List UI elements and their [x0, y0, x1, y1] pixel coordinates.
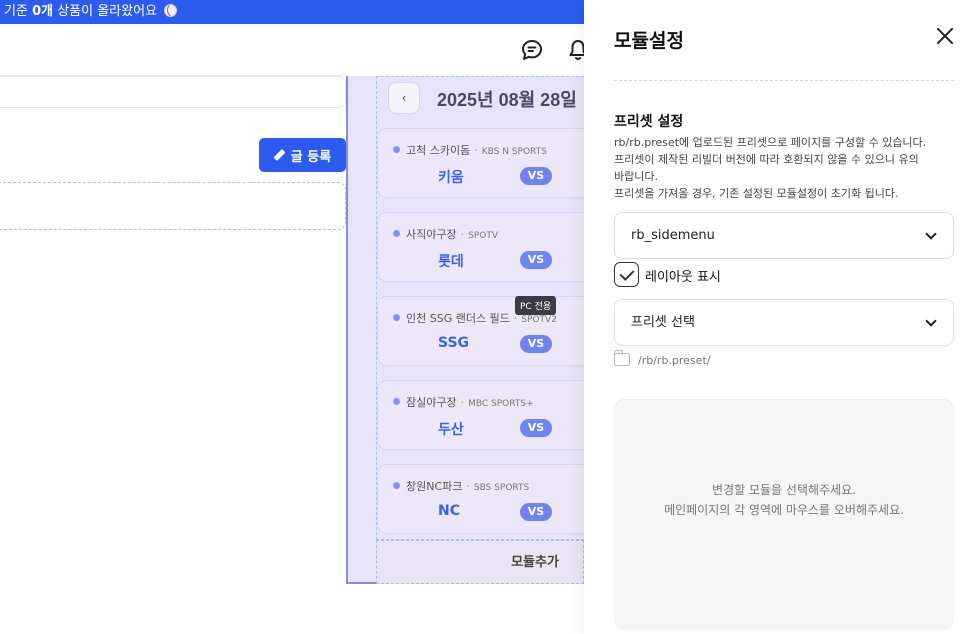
- separator: ·: [460, 228, 465, 241]
- preset-folder-path: /rb/rb.preset/: [638, 354, 711, 367]
- empty-state-line: 변경할 모듈을 선택해주세요.: [712, 483, 856, 497]
- preset-select[interactable]: 프리셋 선택: [614, 299, 954, 346]
- add-module-button[interactable]: 모듈추가: [376, 540, 584, 584]
- status-dot: [393, 230, 400, 237]
- vs-badge: VS: [520, 335, 552, 353]
- team-name: NC: [438, 503, 460, 519]
- game-card[interactable]: 사직야구장 · SPOTV 롯데 VS: [377, 212, 597, 282]
- team-name: 롯데: [438, 254, 464, 270]
- empty-state-line: 메인페이지의 각 영역에 마우스를 오버해주세요.: [664, 503, 904, 517]
- team-name: SSG: [438, 335, 470, 351]
- game-venue: 창원NC파크: [406, 480, 463, 493]
- preset-select-value: 프리셋 선택: [631, 315, 695, 330]
- vs-badge: VS: [520, 167, 552, 185]
- game-card[interactable]: 창원NC파크 · SBS SPORTS NC VS: [377, 464, 597, 534]
- vs-badge: VS: [520, 419, 552, 437]
- folder-icon: [614, 350, 630, 366]
- vs-badge: VS: [520, 251, 552, 269]
- game-card[interactable]: 고척 스카이돔 · KBS N SPORTS 키움 VS: [377, 128, 597, 198]
- theme-select-value: rb_sidemenu: [631, 228, 715, 243]
- post-button[interactable]: 글 등록: [259, 138, 346, 172]
- game-card[interactable]: 잠실야구장 · MBC SPORTS+ 두산 VS: [377, 380, 597, 450]
- game-venue-line: 창원NC파크 · SBS SPORTS: [406, 478, 529, 494]
- status-dot: [393, 398, 400, 405]
- team-name: 두산: [438, 422, 464, 438]
- description-line: 바랍니다.: [614, 170, 658, 183]
- game-venue: 고척 스카이돔: [406, 144, 471, 157]
- game-venue-line: 잠실야구장 · MBC SPORTS+: [406, 394, 534, 410]
- module-placeholder[interactable]: [0, 182, 346, 230]
- post-button-label: 글 등록: [290, 149, 332, 165]
- description-line: 프리셋이 제작된 리빌더 버전에 따라 호환되지 않을 수 있으니 유의: [614, 153, 919, 166]
- game-card[interactable]: 인천 SSG 랜더스 필드 · SPOTV2 SSG VS: [377, 296, 597, 366]
- chevron-down-icon: [925, 315, 937, 327]
- separator: ·: [474, 144, 478, 157]
- description-line: rb/rb.preset에 업로드된 프리셋으로 페이지를 구성할 수 있습니다…: [614, 136, 927, 149]
- module-empty-state: 변경할 모듈을 선택해주세요. 메인페이지의 각 영역에 마우스를 오버해주세요…: [614, 399, 954, 629]
- schedule-date: 2025년 08월 28일: [437, 90, 577, 110]
- panel-title: 모듈설정: [614, 30, 684, 52]
- panel-divider: [614, 80, 954, 81]
- close-icon[interactable]: [934, 25, 956, 47]
- preset-description: rb/rb.preset에 업로드된 프리셋으로 페이지를 구성할 수 있습니다…: [614, 134, 944, 202]
- separator: ·: [466, 480, 470, 493]
- preset-section-title: 프리셋 설정: [614, 114, 684, 130]
- layout-display-checkbox[interactable]: [614, 262, 639, 287]
- banner-count: 0개: [32, 4, 54, 19]
- banner-suffix: 상품이 올라왔어요: [53, 4, 158, 19]
- theme-select[interactable]: rb_sidemenu: [614, 212, 954, 259]
- pc-only-tooltip: PC 전용: [515, 296, 557, 315]
- game-venue: 인천 SSG 랜더스 필드: [406, 312, 510, 325]
- game-broadcast: MBC SPORTS+: [468, 399, 534, 409]
- game-broadcast: SPOTV2: [521, 315, 557, 325]
- module-settings-panel: 모듈설정 프리셋 설정 rb/rb.preset에 업로드된 프리셋으로 페이지…: [584, 0, 978, 634]
- chevron-down-icon: [925, 228, 937, 240]
- baseball-icon: [164, 4, 178, 17]
- chat-icon[interactable]: [521, 39, 543, 61]
- game-venue-line: 고척 스카이돔 · KBS N SPORTS: [406, 142, 547, 158]
- game-broadcast: SBS SPORTS: [473, 483, 530, 493]
- pencil-icon: [274, 149, 286, 161]
- game-broadcast: SPOTV: [468, 231, 498, 241]
- chevron-left-icon: ‹: [401, 91, 407, 105]
- game-venue-line: 사직야구장 · SPOTV: [406, 226, 498, 242]
- status-dot: [393, 482, 400, 489]
- prev-date-button[interactable]: ‹: [388, 82, 420, 114]
- banner-prefix: 기준: [4, 4, 33, 19]
- vs-badge: VS: [520, 503, 552, 521]
- game-venue: 사직야구장: [406, 228, 457, 241]
- layout-display-label[interactable]: 레이아웃 표시: [645, 266, 721, 285]
- team-name: 키움: [438, 170, 464, 186]
- game-venue: 잠실야구장: [406, 396, 457, 409]
- separator: ·: [460, 396, 465, 409]
- top-banner: 기준 0개 상품이 올라왔어요: [0, 0, 584, 24]
- status-dot: [393, 314, 400, 321]
- status-dot: [393, 146, 400, 153]
- game-broadcast: KBS N SPORTS: [481, 147, 547, 157]
- content-input-box[interactable]: [0, 76, 346, 108]
- description-line: 프리셋을 가져올 경우, 기존 설정된 모듈설정이 초기화 됩니다.: [614, 187, 899, 200]
